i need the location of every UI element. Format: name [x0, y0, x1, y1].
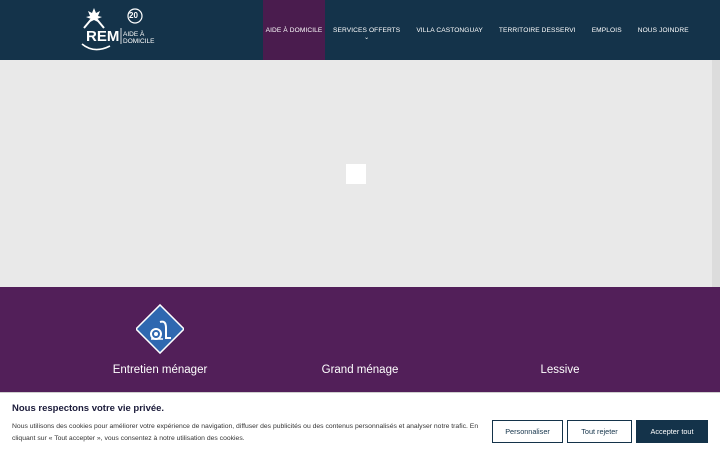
nav-label: SERVICES OFFERTS: [333, 27, 401, 34]
vacuum-icon: [136, 303, 184, 355]
nav-villa-castonguay[interactable]: VILLA CASTONGUAY: [408, 0, 491, 60]
chevron-down-icon: ⌄: [364, 35, 370, 41]
page-scrollbar[interactable]: [712, 60, 720, 287]
loading-spinner: [346, 164, 366, 184]
hero-slider: [0, 60, 712, 287]
cookie-banner: Nous respectons votre vie privée. Nous u…: [0, 392, 720, 450]
main-nav: AIDE À DOMICILE SERVICES OFFERTS ⌄ VILLA…: [263, 0, 697, 60]
site-logo[interactable]: REM AIDE À DOMICILE 20: [80, 6, 160, 54]
logo-badge: 20: [129, 11, 138, 20]
service-label: Entretien ménager: [112, 364, 208, 376]
logo-line1: AIDE À: [123, 31, 145, 38]
nav-territoire-desservi[interactable]: TERRITOIRE DESSERVI: [491, 0, 584, 60]
cookie-title: Nous respectons votre vie privée.: [12, 403, 165, 414]
accept-all-button[interactable]: Accepter tout: [636, 420, 708, 443]
nav-label: TERRITOIRE DESSERVI: [498, 26, 576, 34]
nav-aide-a-domicile[interactable]: AIDE À DOMICILE: [263, 0, 325, 60]
site-header: REM AIDE À DOMICILE 20 AIDE À DOMICILE S…: [0, 0, 720, 60]
logo-brand: REM: [86, 28, 120, 45]
nav-label: VILLA CASTONGUAY: [416, 26, 483, 34]
nav-nous-joindre[interactable]: NOUS JOINDRE: [630, 0, 697, 60]
service-label: Lessive: [540, 364, 580, 376]
customize-button[interactable]: Personnaliser: [492, 420, 563, 443]
service-label: Grand ménage: [321, 364, 399, 376]
nav-label: AIDE À DOMICILE: [265, 26, 323, 34]
cookie-text: Nous utilisons des cookies pour améliore…: [12, 423, 479, 442]
nav-label: EMPLOIS: [591, 26, 622, 34]
nav-label: NOUS JOINDRE: [637, 26, 689, 34]
reject-all-button[interactable]: Tout rejeter: [567, 420, 632, 443]
nav-services-offerts[interactable]: SERVICES OFFERTS ⌄: [325, 0, 408, 60]
logo-line2: DOMICILE: [123, 38, 155, 45]
nav-emplois[interactable]: EMPLOIS: [584, 0, 630, 60]
